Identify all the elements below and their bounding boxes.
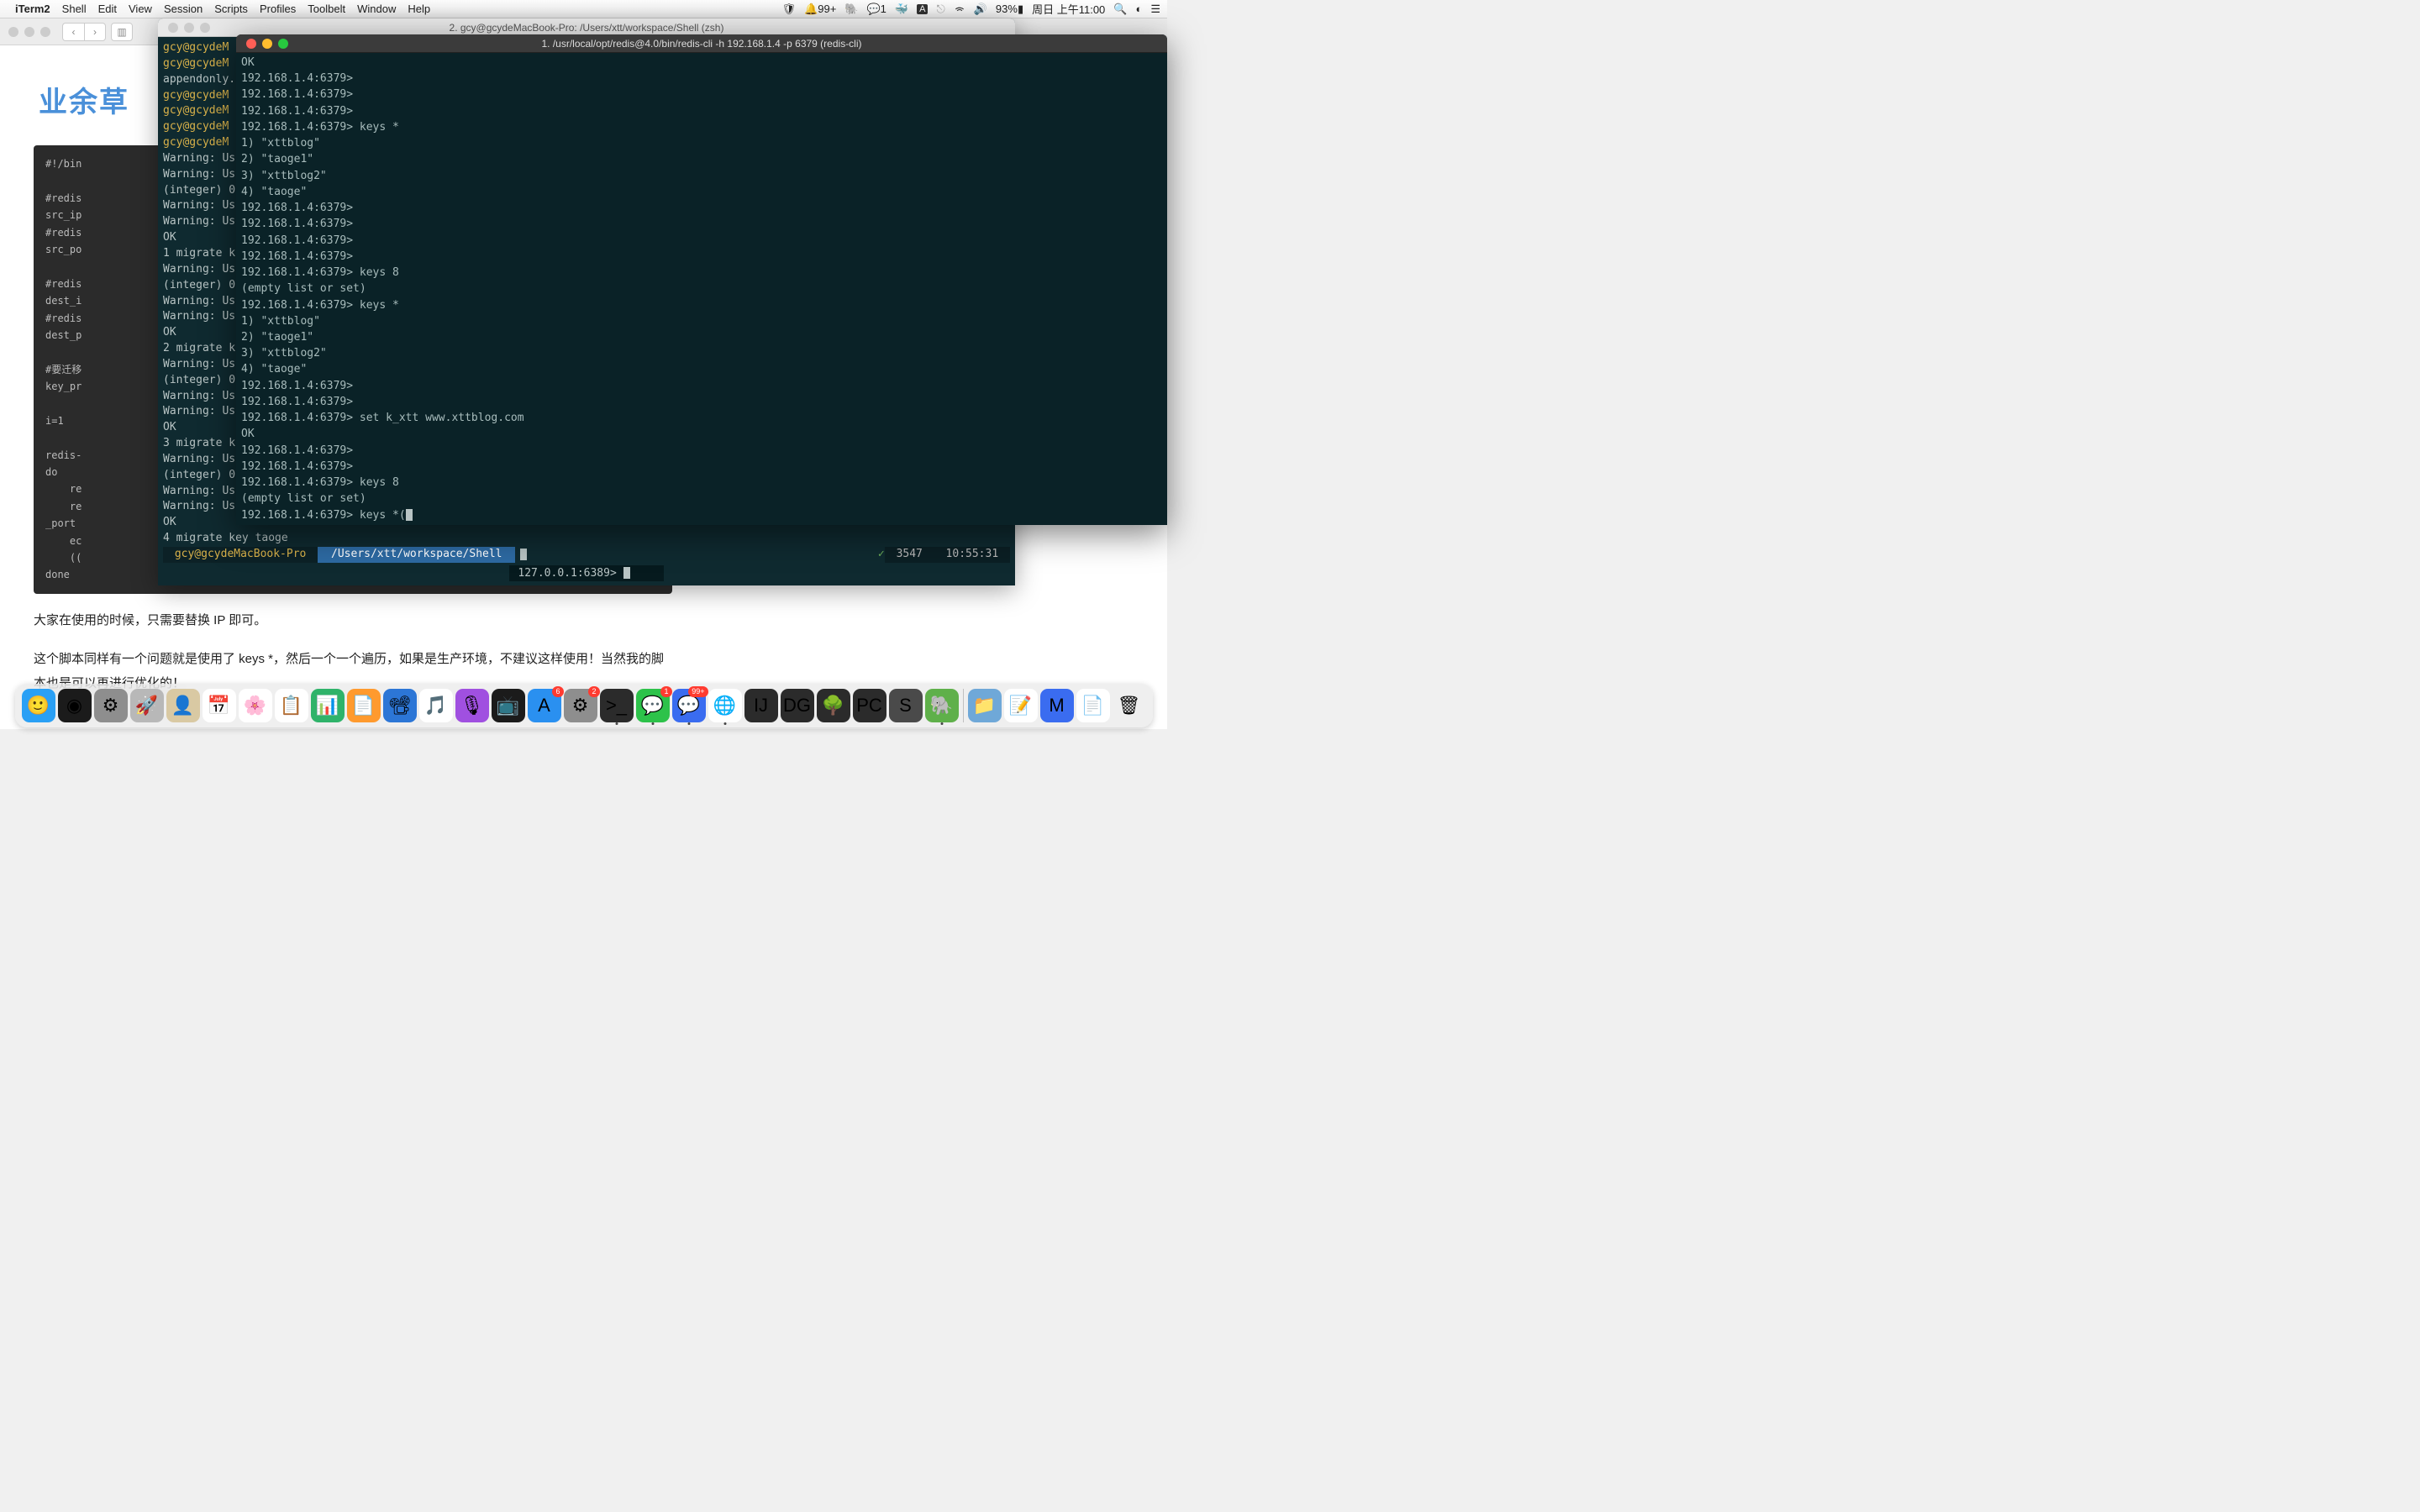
menu-profiles[interactable]: Profiles xyxy=(260,3,296,15)
terminal-redis-titlebar[interactable]: 1. /usr/local/opt/redis@4.0/bin/redis-cl… xyxy=(236,34,1167,53)
status-datetime[interactable]: 周日 上午11:00 xyxy=(1032,1,1105,17)
dock-app-reminders[interactable]: 📋 xyxy=(275,689,308,722)
status-input-icon[interactable]: A xyxy=(917,4,928,14)
dock-app-siri[interactable]: ◉ xyxy=(58,689,92,722)
menu-session[interactable]: Session xyxy=(164,3,203,15)
terminal-shell-title: 2. gcy@gcydeMacBook-Pro: /Users/xtt/work… xyxy=(450,22,724,34)
dock-app-intellij[interactable]: IJ xyxy=(744,689,778,722)
status-spotlight-icon[interactable]: 🔍 xyxy=(1113,3,1127,16)
dock-app-photos[interactable]: 🌸 xyxy=(239,689,272,722)
dock-app-finder[interactable]: 🙂 xyxy=(22,689,55,722)
app-menu[interactable]: iTerm2 xyxy=(15,3,50,15)
menu-view[interactable]: View xyxy=(129,3,152,15)
dock-app-calendar[interactable]: 📅 xyxy=(203,689,236,722)
browser-back-button[interactable]: ‹ xyxy=(62,23,84,41)
dock-app-appstore[interactable]: A6 xyxy=(528,689,561,722)
status-wechat-icon[interactable]: 💬 1 xyxy=(866,3,886,16)
dock-separator xyxy=(963,689,964,722)
browser-sidebar-button[interactable]: ▥ xyxy=(111,23,133,41)
terminal-redis-body[interactable]: OK192.168.1.4:6379>192.168.1.4:6379>192.… xyxy=(236,53,1167,525)
dock-app-contacts[interactable]: 👤 xyxy=(166,689,200,722)
dock-app-sublime[interactable]: S xyxy=(889,689,923,722)
status-shield-icon[interactable]: 🛡 xyxy=(782,3,797,16)
dock-app-folder[interactable]: 📁 xyxy=(968,689,1002,722)
menu-help[interactable]: Help xyxy=(408,3,430,15)
menu-window[interactable]: Window xyxy=(357,3,396,15)
dock-app-chrome[interactable]: 🌐 xyxy=(708,689,742,722)
dock-app-trash[interactable]: 🗑 xyxy=(1113,689,1146,722)
dock-app-pycharm[interactable]: PC xyxy=(853,689,886,722)
browser-forward-button[interactable]: › xyxy=(84,23,106,41)
dock-app-evernote[interactable]: 🐘 xyxy=(925,689,959,722)
dock-app-datagrip[interactable]: DG xyxy=(781,689,814,722)
dock-app-keynote[interactable]: 📽 xyxy=(383,689,417,722)
status-app-icon[interactable]: ◐ xyxy=(1135,3,1142,15)
dock-app-mweb[interactable]: M xyxy=(1040,689,1074,722)
terminal-redis-window[interactable]: 1. /usr/local/opt/redis@4.0/bin/redis-cl… xyxy=(236,34,1167,525)
dock-app-wechat[interactable]: 💬1 xyxy=(636,689,670,722)
status-evernote-icon[interactable]: 🐘 xyxy=(844,3,858,16)
browser-traffic-lights[interactable] xyxy=(8,27,50,37)
dock-app-notes[interactable]: 📝 xyxy=(1004,689,1038,722)
status-volume-icon[interactable]: 🔊 xyxy=(974,3,987,16)
menu-toolbelt[interactable]: Toolbelt xyxy=(308,3,345,15)
dock-app-pages[interactable]: 📄 xyxy=(347,689,381,722)
status-bluetooth-icon[interactable]: ⎋ xyxy=(936,3,944,16)
dock-app-textedit[interactable]: 📄 xyxy=(1076,689,1110,722)
dock-app-sysprefs[interactable]: ⚙ xyxy=(94,689,128,722)
dock-app-sysprefs2[interactable]: ⚙2 xyxy=(564,689,597,722)
dock-app-tv[interactable]: 📺 xyxy=(492,689,525,722)
terminal-redis-title: 1. /usr/local/opt/redis@4.0/bin/redis-cl… xyxy=(541,38,861,50)
status-notification-icon[interactable]: 🔔99+ xyxy=(804,3,836,16)
dock-app-wechatwork[interactable]: 💬99+ xyxy=(672,689,706,722)
dock-app-launchpad[interactable]: 🚀 xyxy=(130,689,164,722)
menu-edit[interactable]: Edit xyxy=(98,3,117,15)
dock-app-music[interactable]: 🎵 xyxy=(419,689,453,722)
status-docker-icon[interactable]: 🐳 xyxy=(895,3,908,16)
dock: 🙂◉⚙🚀👤📅🌸📋📊📄📽🎵🎙📺A6⚙2>_💬1💬99+🌐IJDG🌳PCS🐘📁📝M📄… xyxy=(15,684,1153,727)
dock-app-numbers[interactable]: 📊 xyxy=(311,689,345,722)
dock-app-iterm[interactable]: >_ xyxy=(600,689,634,722)
status-wifi-icon[interactable] xyxy=(954,3,965,15)
menu-shell[interactable]: Shell xyxy=(62,3,87,15)
terminal-redis-traffic-lights[interactable] xyxy=(246,39,288,49)
dock-app-gitkraken[interactable]: 🌳 xyxy=(817,689,850,722)
status-controlcenter-icon[interactable]: ☰ xyxy=(1150,3,1160,16)
status-battery[interactable]: 93% ▮ xyxy=(996,3,1023,16)
menubar: iTerm2 Shell Edit View Session Scripts P… xyxy=(0,0,1167,18)
menu-scripts[interactable]: Scripts xyxy=(214,3,248,15)
dock-app-podcasts[interactable]: 🎙 xyxy=(455,689,489,722)
article-para-1: 大家在使用的时候，只需要替换 IP 即可。 xyxy=(34,609,672,633)
terminal-shell-traffic-lights[interactable] xyxy=(168,23,210,33)
